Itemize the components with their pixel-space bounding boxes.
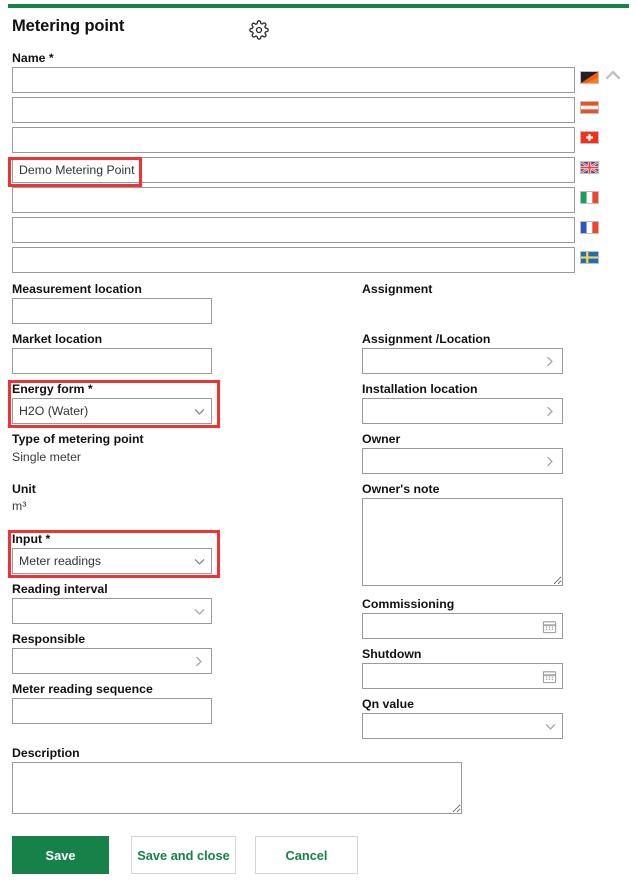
type-of-metering-point-label: Type of metering point xyxy=(12,432,144,446)
market-location-label: Market location xyxy=(12,332,103,346)
name-label: Name * xyxy=(12,51,54,65)
name-input-se[interactable] xyxy=(12,247,575,273)
measurement-location-label: Measurement location xyxy=(12,282,142,296)
input-label: Input * xyxy=(12,532,51,546)
energy-form-select[interactable] xyxy=(12,398,212,424)
assignment-location-input[interactable] xyxy=(362,348,563,374)
page-title: Metering point xyxy=(12,17,125,35)
metering-point-form: Metering point Name * Demo Metering Poin… xyxy=(0,0,637,885)
installation-location-label: Installation location xyxy=(362,382,478,396)
name-input-at[interactable] xyxy=(12,97,575,123)
qn-value-select[interactable] xyxy=(362,713,563,739)
flag-gb-icon xyxy=(580,161,599,174)
owners-note-label: Owner's note xyxy=(362,482,440,496)
energy-form-label: Energy form * xyxy=(12,382,93,396)
shutdown-label: Shutdown xyxy=(362,647,422,661)
flag-fr-icon xyxy=(580,221,599,234)
energy-form-input[interactable] xyxy=(12,398,212,424)
qn-value-input[interactable] xyxy=(362,713,563,739)
reading-interval-input[interactable] xyxy=(12,598,212,624)
flag-at-icon xyxy=(580,101,599,114)
responsible-input[interactable] xyxy=(12,648,212,674)
unit-value: m³ xyxy=(12,499,27,513)
flag-se-icon xyxy=(580,251,599,264)
shutdown-input[interactable] xyxy=(362,663,563,689)
responsible-label: Responsible xyxy=(12,632,86,646)
flag-ch-icon xyxy=(580,131,599,144)
name-input-de[interactable] xyxy=(12,67,575,93)
name-input-fr[interactable] xyxy=(12,217,575,243)
top-accent-bar xyxy=(8,4,629,8)
input-select[interactable] xyxy=(12,548,212,574)
measurement-location-input[interactable] xyxy=(12,298,212,324)
qn-value-label: Qn value xyxy=(362,697,414,711)
flag-it-icon xyxy=(580,191,599,204)
cancel-button[interactable]: Cancel xyxy=(255,836,358,874)
installation-location-input[interactable] xyxy=(362,398,563,424)
flag-de-icon xyxy=(580,71,599,84)
name-input-gb[interactable] xyxy=(12,157,575,183)
assignment-location-picker[interactable] xyxy=(362,348,563,374)
gear-icon[interactable] xyxy=(246,17,272,43)
owners-note-textarea[interactable] xyxy=(362,498,563,586)
reading-interval-label: Reading interval xyxy=(12,582,108,596)
installation-location-picker[interactable] xyxy=(362,398,563,424)
owner-input[interactable] xyxy=(362,448,563,474)
input-input[interactable] xyxy=(12,548,212,574)
assignment-section-title: Assignment xyxy=(362,282,433,296)
commissioning-datepicker[interactable] xyxy=(362,613,563,639)
shutdown-datepicker[interactable] xyxy=(362,663,563,689)
commissioning-input[interactable] xyxy=(362,613,563,639)
type-of-metering-point-value: Single meter xyxy=(12,450,82,464)
description-textarea[interactable] xyxy=(12,762,462,814)
meter-reading-sequence-input[interactable] xyxy=(12,698,212,724)
responsible-picker[interactable] xyxy=(12,648,212,674)
save-button[interactable]: Save xyxy=(12,836,109,874)
owner-label: Owner xyxy=(362,432,401,446)
name-input-it[interactable] xyxy=(12,187,575,213)
chevron-up-icon[interactable] xyxy=(603,68,623,82)
description-label: Description xyxy=(12,746,80,760)
name-input-ch[interactable] xyxy=(12,127,575,153)
assignment-location-label: Assignment /Location xyxy=(362,332,491,346)
unit-label: Unit xyxy=(12,482,36,496)
meter-reading-sequence-label: Meter reading sequence xyxy=(12,682,153,696)
save-and-close-button[interactable]: Save and close xyxy=(131,836,236,874)
owner-picker[interactable] xyxy=(362,448,563,474)
reading-interval-select[interactable] xyxy=(12,598,212,624)
commissioning-label: Commissioning xyxy=(362,597,455,611)
market-location-input[interactable] xyxy=(12,348,212,374)
